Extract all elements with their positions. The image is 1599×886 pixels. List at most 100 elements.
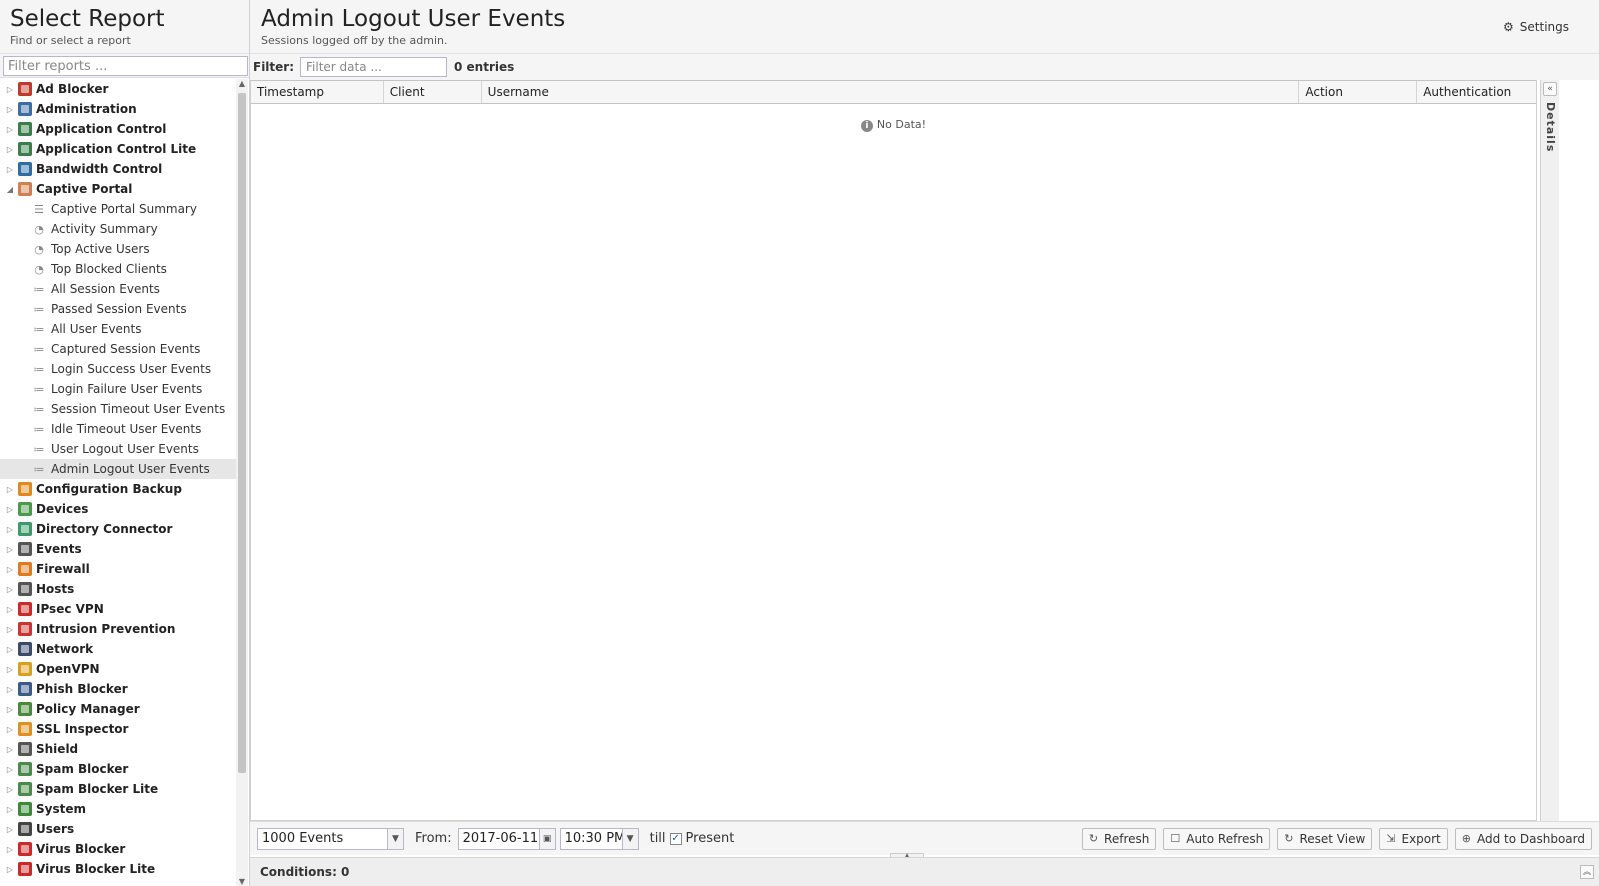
expand-arrow-icon[interactable]: ▷ <box>5 145 15 154</box>
expand-arrow-icon[interactable]: ▷ <box>5 845 15 854</box>
report-filter-input[interactable] <box>3 56 248 76</box>
settings-button[interactable]: ⚙ Settings <box>1503 20 1569 34</box>
expand-arrow-icon[interactable]: ▷ <box>5 785 15 794</box>
tree-category[interactable]: ▷ SSL Inspector <box>0 719 236 739</box>
scroll-down-icon[interactable]: ▼ <box>236 877 248 886</box>
expand-arrow-icon[interactable]: ▷ <box>5 665 15 674</box>
expand-arrow-icon[interactable]: ▷ <box>5 105 15 114</box>
tree-report-item[interactable]: ≔ Login Failure User Events <box>0 379 236 399</box>
expand-conditions-icon[interactable]: ︽ <box>1580 865 1594 879</box>
expand-arrow-icon[interactable]: ▷ <box>5 765 15 774</box>
collapse-arrow-icon[interactable]: ◢ <box>5 185 15 194</box>
tree-report-item[interactable]: ≔ Login Success User Events <box>0 359 236 379</box>
tree-category[interactable]: ▷ Spam Blocker Lite <box>0 779 236 799</box>
expand-arrow-icon[interactable]: ▷ <box>5 525 15 534</box>
column-header-username[interactable]: Username <box>482 81 1300 103</box>
tree-report-item[interactable]: ≔ Session Timeout User Events <box>0 399 236 419</box>
tree-report-item[interactable]: ≔ Passed Session Events <box>0 299 236 319</box>
plus-circle-icon: ⊕ <box>1461 832 1471 845</box>
tree-report-item[interactable]: ◔ Top Blocked Clients <box>0 259 236 279</box>
tree-category[interactable]: ▷ Administration <box>0 99 236 119</box>
tree-category[interactable]: ▷ Directory Connector <box>0 519 236 539</box>
list-icon: ≔ <box>33 422 45 436</box>
tree-report-item[interactable]: ≔ All User Events <box>0 319 236 339</box>
expand-arrow-icon[interactable]: ▷ <box>5 865 15 874</box>
from-date-field[interactable]: 2017-06-11 ▣ <box>457 827 556 850</box>
expand-arrow-icon[interactable]: ▷ <box>5 605 15 614</box>
expand-arrow-icon[interactable]: ▷ <box>5 705 15 714</box>
column-header-authentication[interactable]: Authentication <box>1417 81 1536 103</box>
add-to-dashboard-button[interactable]: ⊕ Add to Dashboard <box>1454 827 1592 850</box>
tree-category[interactable]: ▷ OpenVPN <box>0 659 236 679</box>
tree-category[interactable]: ▷ Application Control Lite <box>0 139 236 159</box>
expand-arrow-icon[interactable]: ▷ <box>5 85 15 94</box>
tree-category[interactable]: ▷ Firewall <box>0 559 236 579</box>
tree-report-item[interactable]: ≔ Admin Logout User Events <box>0 459 236 479</box>
tree-category[interactable]: ▷ Virus Blocker <box>0 839 236 859</box>
expand-arrow-icon[interactable]: ▷ <box>5 545 15 554</box>
tree-category[interactable]: ▷ Events <box>0 539 236 559</box>
tree-category[interactable]: ◢ Captive Portal <box>0 179 236 199</box>
tree-category[interactable]: ▷ System <box>0 799 236 819</box>
expand-arrow-icon[interactable]: ▷ <box>5 825 15 834</box>
tree-report-item[interactable]: ◔ Top Active Users <box>0 239 236 259</box>
pie-chart-icon: ◔ <box>34 242 44 256</box>
export-button[interactable]: ⇲ Export <box>1379 827 1448 850</box>
app-icon <box>18 582 32 596</box>
tree-scrollbar[interactable]: ▲ ▼ <box>236 79 248 886</box>
tree-report-item[interactable]: ☰ Captive Portal Summary <box>0 199 236 219</box>
tree-category[interactable]: ▷ Ad Blocker <box>0 79 236 99</box>
from-time-field[interactable]: 10:30 PM ▼ <box>559 827 639 850</box>
column-header-action[interactable]: Action <box>1299 81 1418 103</box>
tree-category[interactable]: ▷ IPsec VPN <box>0 599 236 619</box>
tree-category[interactable]: ▷ Phish Blocker <box>0 679 236 699</box>
reset-view-button[interactable]: ↻ Reset View <box>1277 827 1373 850</box>
tree-category[interactable]: ▷ Bandwidth Control <box>0 159 236 179</box>
expand-arrow-icon[interactable]: ▷ <box>5 745 15 754</box>
expand-details-icon[interactable]: « <box>1543 82 1557 96</box>
tree-category[interactable]: ▷ Configuration Backup <box>0 479 236 499</box>
tree-report-item[interactable]: ≔ Captured Session Events <box>0 339 236 359</box>
data-filter-input[interactable] <box>300 57 448 77</box>
expand-arrow-icon[interactable]: ▷ <box>5 725 15 734</box>
tree-category[interactable]: ▷ Hosts <box>0 579 236 599</box>
tree-report-item[interactable]: ≔ All Session Events <box>0 279 236 299</box>
tree-category[interactable]: ▷ Policy Manager <box>0 699 236 719</box>
conditions-bar[interactable]: Conditions: 0 ︽ <box>250 857 1599 886</box>
chevron-down-icon[interactable]: ▼ <box>387 828 403 849</box>
chevron-down-icon[interactable]: ▼ <box>621 828 638 849</box>
tree-category[interactable]: ▷ Users <box>0 819 236 839</box>
report-view: Admin Logout User Events Sessions logged… <box>250 0 1599 886</box>
events-limit-select[interactable]: 1000 Events ▼ <box>257 827 404 850</box>
scroll-up-icon[interactable]: ▲ <box>236 79 248 88</box>
expand-arrow-icon[interactable]: ▷ <box>5 485 15 494</box>
expand-arrow-icon[interactable]: ▷ <box>5 645 15 654</box>
column-header-timestamp[interactable]: Timestamp <box>251 81 384 103</box>
tree-category[interactable]: ▷ Shield <box>0 739 236 759</box>
column-header-client[interactable]: Client <box>384 81 482 103</box>
tree-category[interactable]: ▷ Network <box>0 639 236 659</box>
auto-refresh-button[interactable]: ☐ Auto Refresh <box>1163 827 1271 850</box>
tree-report-item[interactable]: ≔ Idle Timeout User Events <box>0 419 236 439</box>
details-panel-tab[interactable]: « Details <box>1540 80 1559 821</box>
expand-arrow-icon[interactable]: ▷ <box>5 585 15 594</box>
present-checkbox[interactable]: ✓ <box>669 832 682 845</box>
tree-category[interactable]: ▷ Virus Blocker Lite <box>0 859 236 879</box>
tree-category[interactable]: ▷ Spam Blocker <box>0 759 236 779</box>
tree-category[interactable]: ▷ Devices <box>0 499 236 519</box>
expand-arrow-icon[interactable]: ▷ <box>5 685 15 694</box>
scroll-thumb[interactable] <box>238 93 246 773</box>
tree-category[interactable]: ▷ Application Control <box>0 119 236 139</box>
expand-arrow-icon[interactable]: ▷ <box>5 165 15 174</box>
expand-arrow-icon[interactable]: ▷ <box>5 125 15 134</box>
tree-report-item[interactable]: ≔ User Logout User Events <box>0 439 236 459</box>
tree-report-label: Session Timeout User Events <box>51 402 226 416</box>
refresh-button[interactable]: ↻ Refresh <box>1081 827 1157 850</box>
expand-arrow-icon[interactable]: ▷ <box>5 505 15 514</box>
expand-arrow-icon[interactable]: ▷ <box>5 565 15 574</box>
tree-report-item[interactable]: ◔ Activity Summary <box>0 219 236 239</box>
expand-arrow-icon[interactable]: ▷ <box>5 805 15 814</box>
calendar-icon[interactable]: ▣ <box>538 828 555 849</box>
expand-arrow-icon[interactable]: ▷ <box>5 625 15 634</box>
tree-category[interactable]: ▷ Intrusion Prevention <box>0 619 236 639</box>
